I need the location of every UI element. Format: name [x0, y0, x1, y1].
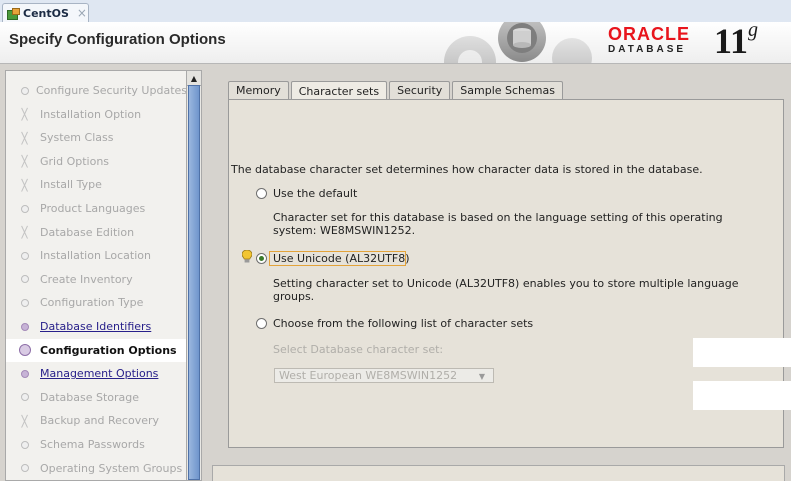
version-logo: 11g	[714, 22, 758, 62]
step-branch-icon	[16, 152, 35, 171]
step-navigation-scrollbar[interactable]: ▲	[186, 70, 202, 481]
sidebar-item: Installation Option	[6, 103, 187, 126]
installer-header: Specify Configuration Options ORACLE DAT…	[0, 22, 791, 64]
sidebar-item-label: Installation Option	[40, 107, 142, 121]
sidebar-item: Operating System Groups	[6, 455, 187, 480]
use-unicode-radio[interactable]	[256, 253, 267, 264]
sidebar-item-label: Operating System Groups	[40, 461, 183, 475]
step-dot-icon	[18, 384, 32, 411]
scroll-thumb[interactable]	[188, 85, 200, 480]
step-dot-icon	[18, 242, 32, 269]
sidebar-item: Create Inventory	[6, 266, 187, 293]
vm-tab-centos[interactable]: CentOS ×	[2, 3, 89, 22]
sidebar-item-label: Configuration Options	[40, 343, 177, 357]
gears-decoration-icon	[444, 22, 592, 63]
options-tabbar: Memory Character sets Security Sample Schem…	[228, 81, 565, 100]
tab-sample-schemas[interactable]: Sample Schemas	[452, 81, 563, 99]
lightbulb-hint-icon	[242, 250, 252, 263]
tab-memory[interactable]: Memory	[228, 81, 289, 99]
step-dot-icon	[18, 266, 32, 293]
step-dot-icon	[18, 337, 32, 364]
step-branch-icon	[16, 176, 35, 195]
choose-list-label[interactable]: Choose from the following list of charac…	[273, 317, 533, 330]
sidebar-item: Product Languages	[6, 195, 187, 222]
tab-character-sets[interactable]: Character sets	[290, 81, 388, 100]
step-navigation: Configure Security Updates Installation O…	[5, 70, 201, 481]
use-default-label[interactable]: Use the default	[273, 187, 357, 200]
use-default-desc-line1: Character set for this database is based…	[273, 211, 723, 224]
sidebar-item: Grid Options	[6, 150, 187, 173]
select-charset-label: Select Database character set:	[273, 343, 444, 356]
sidebar-item-label: Database Identifiers	[40, 320, 152, 333]
use-default-radio[interactable]	[256, 188, 267, 199]
step-dot-icon	[18, 313, 32, 340]
blank-overlay-bottom	[693, 381, 791, 410]
version-suffix: g	[748, 22, 759, 41]
step-dot-icon	[18, 195, 32, 222]
page-title: Specify Configuration Options	[9, 31, 226, 48]
close-icon[interactable]: ×	[77, 6, 87, 20]
sidebar-item: Install Type	[6, 173, 187, 196]
charset-select-value: West European WE8MSWIN1252	[279, 369, 458, 382]
sidebar-item-label: Grid Options	[40, 154, 110, 168]
sidebar-item-label: Database Storage	[40, 390, 140, 404]
tab-security[interactable]: Security	[389, 81, 451, 99]
charset-intro-text: The database character set determines ho…	[231, 163, 703, 176]
sidebar-item-label: Configure Security Updates	[35, 84, 187, 97]
message-area	[212, 465, 785, 481]
sidebar-item: Schema Passwords	[6, 431, 187, 458]
sidebar-item-label: Create Inventory	[40, 272, 133, 286]
database-wordmark: DATABASE	[608, 44, 687, 55]
sidebar-item-label: Configuration Type	[40, 296, 144, 310]
use-unicode-label[interactable]: Use Unicode (AL32UTF8)	[273, 252, 409, 265]
sidebar-item[interactable]: Configuration Options	[6, 337, 187, 364]
step-branch-icon	[16, 128, 35, 147]
sidebar-item-label: Schema Passwords	[40, 438, 145, 451]
sidebar-item: Configuration Type	[6, 289, 187, 316]
oracle-wordmark: ORACLE	[608, 24, 690, 44]
options-content: Memory Character sets Security Sample Schem…	[212, 70, 791, 481]
chevron-down-icon: ▼	[478, 372, 485, 381]
sidebar-item: Database Storage	[6, 384, 187, 411]
step-branch-icon	[16, 223, 35, 242]
step-dot-icon	[18, 77, 29, 104]
blank-overlay-top	[693, 338, 791, 367]
sidebar-item-label: Database Edition	[40, 225, 135, 239]
scroll-up-arrow-icon[interactable]: ▲	[187, 71, 201, 86]
sidebar-item-label: Installation Location	[40, 249, 151, 263]
version-number: 11	[714, 22, 749, 61]
sidebar-item-label: Backup and Recovery	[40, 414, 160, 428]
sidebar-item-label: Management Options	[40, 367, 159, 381]
sidebar-item-label: Install Type	[40, 178, 102, 192]
charset-select[interactable]: West European WE8MSWIN1252 ▼	[274, 368, 494, 383]
sidebar-item-label: System Class	[40, 131, 114, 145]
sidebar-item[interactable]: Database Identifiers	[6, 313, 187, 340]
sidebar-item: Configure Security Updates	[6, 77, 187, 104]
sidebar-item[interactable]: Management Options	[6, 360, 187, 387]
vm-machine-icon	[7, 7, 20, 20]
oracle-logo: ORACLE DATABASE	[608, 24, 704, 56]
sidebar-item: System Class	[6, 126, 187, 149]
step-dot-icon	[18, 455, 32, 480]
sidebar-item: Database Edition	[6, 221, 187, 244]
step-dot-icon	[18, 289, 32, 316]
sidebar-item: Installation Location	[6, 242, 187, 269]
step-dot-icon	[18, 360, 32, 387]
step-branch-icon	[16, 412, 35, 431]
use-unicode-desc-line2: groups.	[273, 290, 315, 303]
sidebar-item-label: Product Languages	[40, 202, 146, 215]
window-tab-strip: CentOS ×	[0, 0, 791, 23]
step-dot-icon	[18, 431, 32, 458]
use-default-desc-line2: system: WE8MSWIN1252.	[273, 224, 416, 237]
choose-list-radio[interactable]	[256, 318, 267, 329]
use-unicode-desc-line1: Setting character set to Unicode (AL32UT…	[273, 277, 739, 290]
vm-tab-title: CentOS	[23, 6, 69, 20]
step-branch-icon	[16, 105, 35, 124]
sidebar-item: Backup and Recovery	[6, 409, 187, 432]
